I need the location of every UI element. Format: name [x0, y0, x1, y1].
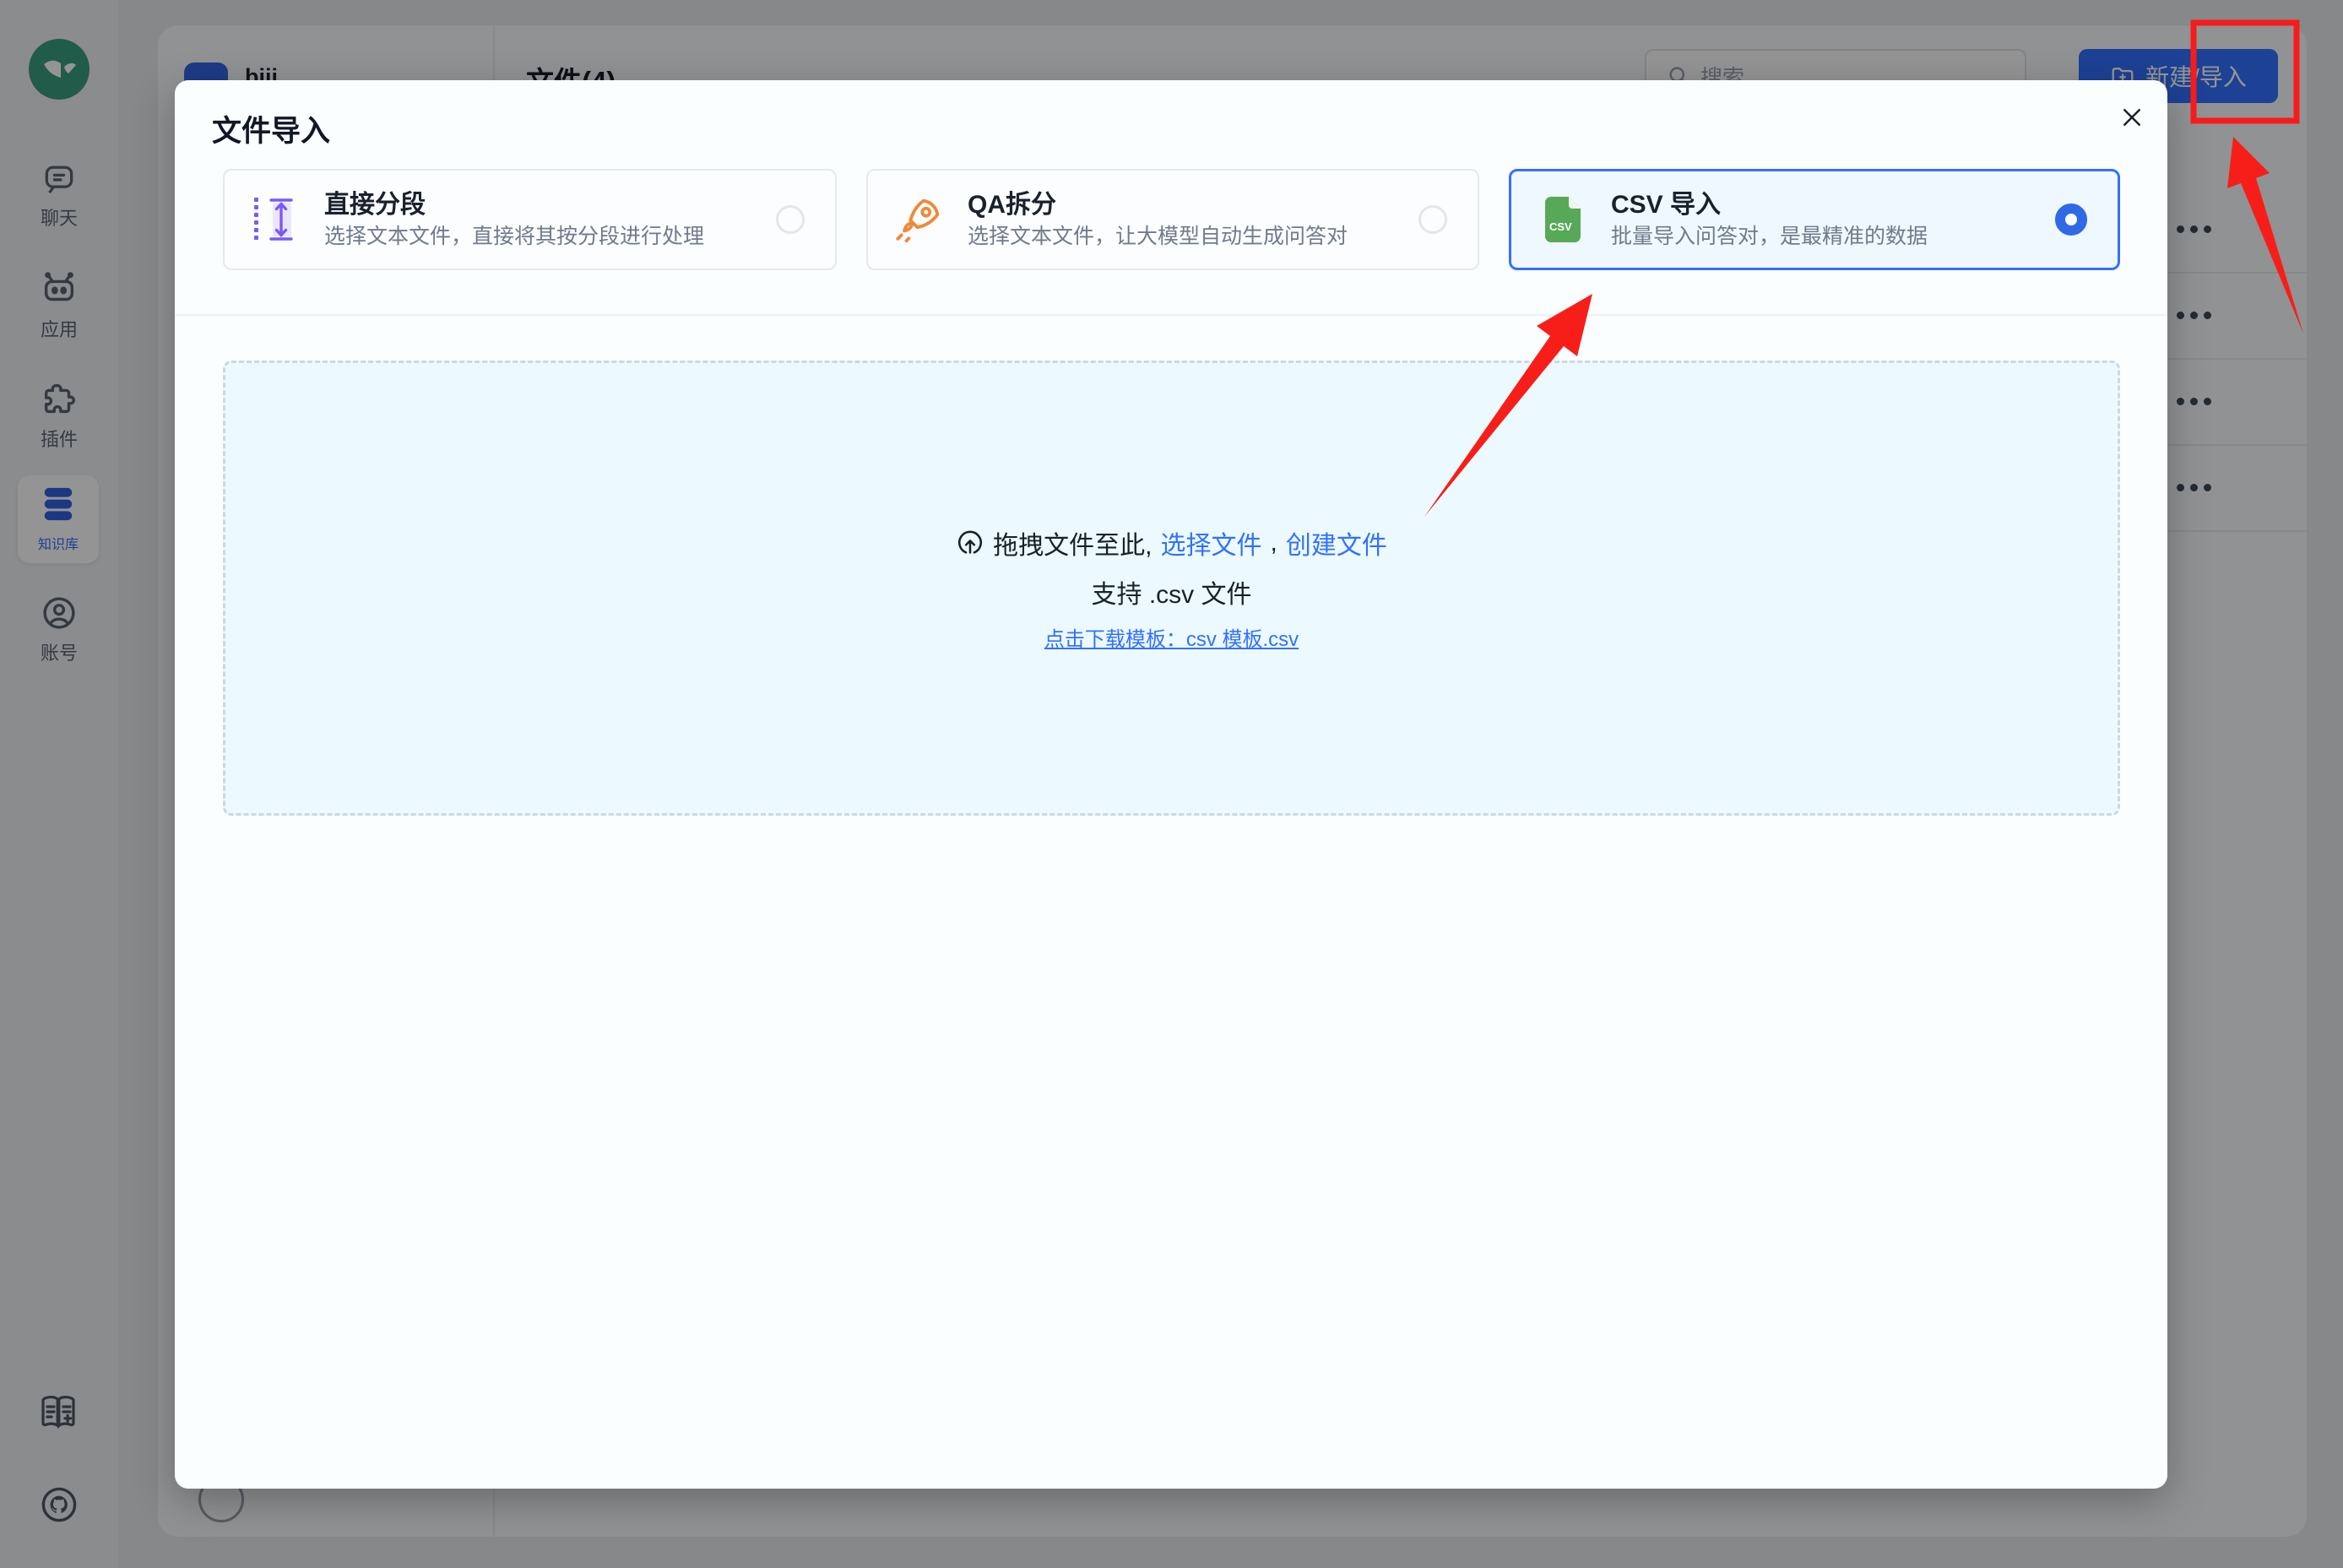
svg-text:CSV: CSV — [1549, 220, 1572, 233]
option-card-direct-segment[interactable]: 直接分段 选择文本文件，直接将其按分段进行处理 — [223, 169, 837, 270]
file-import-modal: 文件导入 — [175, 80, 2167, 1489]
upload-icon — [956, 529, 984, 557]
option-title: QA拆分 — [968, 188, 1418, 222]
radio-unselected[interactable] — [776, 205, 805, 234]
dropzone-text: 拖拽文件至此, — [993, 524, 1152, 562]
option-desc: 选择文本文件，让大模型自动生成问答对 — [968, 222, 1418, 251]
dropzone-separator: , — [1271, 529, 1277, 557]
radio-selected[interactable] — [2055, 203, 2087, 236]
modal-title: 文件导入 — [212, 107, 330, 150]
close-icon[interactable] — [2113, 99, 2150, 136]
file-dropzone[interactable]: 拖拽文件至此, 选择文件, 创建文件 支持 .csv 文件 点击下载模板：csv… — [223, 361, 2120, 816]
create-file-link[interactable]: 创建文件 — [1286, 524, 1387, 562]
option-card-qa-split[interactable]: QA拆分 选择文本文件，让大模型自动生成问答对 — [866, 169, 1479, 270]
option-title: 直接分段 — [324, 188, 776, 222]
app-screenshot: 聊天 应用 插件 — [0, 0, 2343, 1568]
option-card-csv-import[interactable]: CSV CSV 导入 批量导入问答对，是最精准的数据 — [1509, 169, 2120, 270]
rocket-icon — [893, 193, 946, 246]
divider — [175, 314, 2167, 316]
option-desc: 批量导入问答对，是最精准的数据 — [1611, 222, 2055, 251]
option-title: CSV 导入 — [1611, 188, 2055, 222]
select-file-link[interactable]: 选择文件 — [1161, 524, 1262, 562]
supported-filetype-text: 支持 .csv 文件 — [1091, 573, 1251, 610]
radio-unselected[interactable] — [1418, 205, 1447, 234]
option-desc: 选择文本文件，直接将其按分段进行处理 — [324, 222, 776, 251]
download-template-link[interactable]: 点击下载模板：csv 模板.csv — [1044, 622, 1299, 652]
segment-icon — [250, 193, 302, 247]
csv-file-icon: CSV — [1537, 195, 1589, 244]
